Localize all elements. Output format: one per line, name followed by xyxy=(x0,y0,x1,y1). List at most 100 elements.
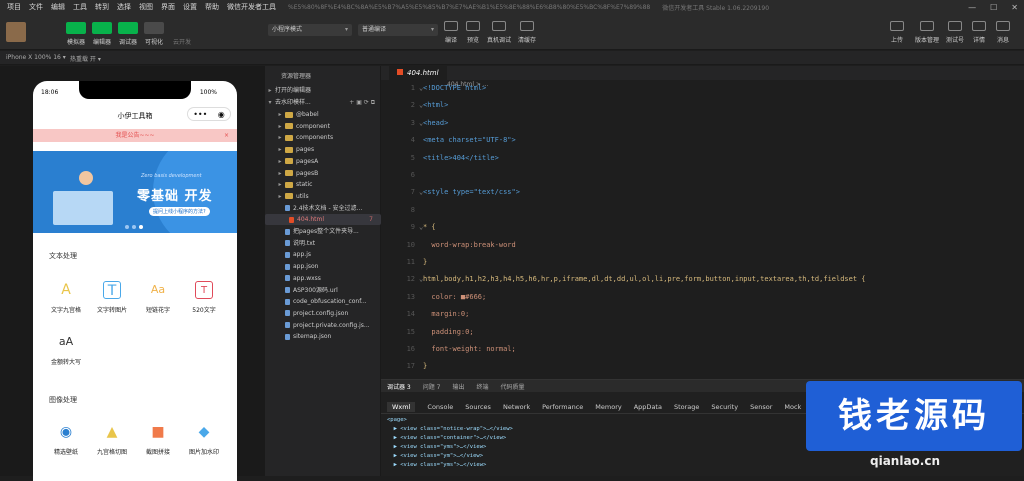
more-icon[interactable]: ••• xyxy=(193,110,207,119)
folder-item[interactable]: ▸ pages xyxy=(265,144,381,155)
file-item[interactable]: app.js xyxy=(265,249,381,260)
code-line[interactable]: 17 } xyxy=(381,358,1024,375)
code-line[interactable]: 6 xyxy=(381,167,1024,184)
menu-project[interactable]: 项目 xyxy=(7,2,21,12)
tool-grid-cut[interactable]: ▲ 九宫格切图 xyxy=(92,423,132,456)
code-line[interactable]: 15 padding:0; xyxy=(381,324,1024,341)
banner-cta[interactable]: 提问上线小程序的方法? xyxy=(149,207,210,216)
tool-amount-uppercase[interactable]: aA 金额转大写 xyxy=(46,333,86,366)
tool-520-text[interactable]: T 520文字 xyxy=(184,281,224,314)
simulator-button[interactable]: 模拟器 xyxy=(62,22,90,46)
hotreload-select[interactable]: 热重载 开 ▾ xyxy=(70,54,101,63)
file-item[interactable]: 把pages整个文件夹导... xyxy=(265,226,381,237)
upload-button[interactable]: 上传 xyxy=(880,21,914,44)
tool-watermark[interactable]: ◆ 图片加水印 xyxy=(184,423,224,456)
wxml-node[interactable]: <page> xyxy=(387,417,407,423)
messages-button[interactable]: 消息 xyxy=(986,21,1020,44)
code-line[interactable]: 7 ⌄<style type="text/css"> xyxy=(381,184,1024,201)
menu-goto[interactable]: 转到 xyxy=(95,2,109,12)
tab-console[interactable]: Console xyxy=(427,403,453,411)
editor-button[interactable]: 编辑器 xyxy=(88,22,116,46)
notice-close-icon[interactable]: × xyxy=(224,129,229,142)
folder-item[interactable]: ▸ pagesB xyxy=(265,168,381,179)
folder-item[interactable]: ▸ @babel xyxy=(265,109,381,120)
tab-code-quality[interactable]: 代码质量 xyxy=(501,382,525,391)
wxml-node[interactable]: ▶ <view class="ym">…</view> xyxy=(387,453,483,459)
device-select[interactable]: iPhone X 100% 16 ▾ xyxy=(6,54,66,61)
folder-item[interactable]: ▸ pagesA xyxy=(265,156,381,167)
code-line[interactable]: 4 <meta charset="UTF-8"> xyxy=(381,132,1024,149)
tab-output[interactable]: 输出 xyxy=(452,382,464,391)
tab-mock[interactable]: Mock xyxy=(784,403,801,411)
folder-item[interactable]: ▸ utils xyxy=(265,191,381,202)
wxml-node[interactable]: ▶ <view class="container">…</view> xyxy=(387,435,507,441)
tab-appdata[interactable]: AppData xyxy=(634,403,662,411)
code-line[interactable]: 13 color: ■#666; xyxy=(381,289,1024,306)
file-item[interactable]: app.wxss xyxy=(265,273,381,284)
folder-item[interactable]: ▸ components xyxy=(265,132,381,143)
file-item[interactable]: 说明.txt xyxy=(265,238,381,249)
menu-view[interactable]: 视图 xyxy=(139,2,153,12)
tab-terminal[interactable]: 终端 xyxy=(476,382,488,391)
home-icon[interactable]: ◉ xyxy=(218,110,225,119)
tool-text-grid[interactable]: A 文字九宫格 xyxy=(46,281,86,314)
tab-404-html[interactable]: 404.html xyxy=(389,66,447,80)
code-editor[interactable]: 404.html 404.html > ... 1 ⌄<!DOCTYPE html… xyxy=(381,66,1024,388)
menu-select[interactable]: 选择 xyxy=(117,2,131,12)
menu-edit[interactable]: 编辑 xyxy=(51,2,65,12)
open-editors-section[interactable]: ▸ 打开的编辑器 xyxy=(265,85,381,96)
mode-select[interactable]: 小程序模式 ▾ xyxy=(268,24,352,36)
code-line[interactable]: 3 ⌄<head> xyxy=(381,115,1024,132)
code-line[interactable]: 8 xyxy=(381,202,1024,219)
tab-wxml[interactable]: Wxml xyxy=(387,401,416,412)
file-item[interactable]: app.json xyxy=(265,261,381,272)
file-item[interactable]: project.config.json xyxy=(265,308,381,319)
tab-issues[interactable]: 问题 7 xyxy=(423,382,441,391)
carousel-dot-active[interactable] xyxy=(139,225,143,229)
debugger-button[interactable]: 调试器 xyxy=(114,22,142,46)
tool-text-to-image[interactable]: T 文字转图片 xyxy=(92,281,132,314)
file-item[interactable]: sitemap.json xyxy=(265,331,381,342)
avatar[interactable] xyxy=(6,22,26,42)
wxml-node[interactable]: ▶ <view class="yms">…</view> xyxy=(387,462,487,468)
code-line[interactable]: 14 margin:0; xyxy=(381,306,1024,323)
file-item[interactable]: 2.4技术文档 - 安全过滤... xyxy=(265,203,381,214)
folder-item[interactable]: ▸ static xyxy=(265,179,381,190)
tab-storage[interactable]: Storage xyxy=(674,403,699,411)
tab-security[interactable]: Security xyxy=(711,403,738,411)
menu-wechat-devtools[interactable]: 微信开发者工具 xyxy=(227,2,276,12)
file-item[interactable]: code_obfuscation_conf... xyxy=(265,296,381,307)
code-line[interactable]: 2 ⌄<html> xyxy=(381,97,1024,114)
visual-button[interactable]: 可视化 xyxy=(140,22,168,46)
carousel-dot[interactable] xyxy=(132,225,136,229)
tool-screenshot-stitch[interactable]: ■ 截图拼接 xyxy=(138,423,178,456)
tab-debugger[interactable]: 调试器 3 xyxy=(387,382,411,391)
close-icon[interactable]: ✕ xyxy=(1011,3,1018,12)
compile-select[interactable]: 普通编译 ▾ xyxy=(358,24,438,36)
file-item[interactable]: project.private.config.js... xyxy=(265,320,381,331)
tab-performance[interactable]: Performance xyxy=(542,403,583,411)
file-item[interactable]: 404.html 7 xyxy=(265,214,381,226)
explorer-actions-icons[interactable]: + ▣ ⟳ ⧉ xyxy=(349,97,375,108)
project-root[interactable]: ▾ 去水印模样... + ▣ ⟳ ⧉ xyxy=(265,97,381,108)
code-line[interactable]: 1 ⌄<!DOCTYPE html> xyxy=(381,80,1024,97)
menu-help[interactable]: 帮助 xyxy=(205,2,219,12)
tab-network[interactable]: Network xyxy=(503,403,530,411)
code-line[interactable]: 11 } xyxy=(381,254,1024,271)
folder-item[interactable]: ▸ component xyxy=(265,121,381,132)
capsule-menu[interactable]: ••• ◉ xyxy=(187,107,231,121)
banner-carousel[interactable]: Zero basis development 零基础 开发 提问上线小程序的方法… xyxy=(33,151,237,233)
tool-fancy-text[interactable]: Aa 短链花字 xyxy=(138,281,178,314)
wxml-node[interactable]: ▶ <view class="notice-wrap">…</view> xyxy=(387,426,513,432)
cloud-button[interactable]: 云开发 xyxy=(168,22,196,46)
menu-ui[interactable]: 界面 xyxy=(161,2,175,12)
menu-tools[interactable]: 工具 xyxy=(73,2,87,12)
code-line[interactable]: 9 ⌄* { xyxy=(381,219,1024,236)
wxml-node[interactable]: ▶ <view class="yms">…</view> xyxy=(387,444,487,450)
maximize-icon[interactable]: ☐ xyxy=(990,3,997,12)
tab-memory[interactable]: Memory xyxy=(595,403,621,411)
carousel-dot[interactable] xyxy=(125,225,129,229)
clear-cache-button[interactable]: 清缓存 xyxy=(510,21,544,44)
tab-sources[interactable]: Sources xyxy=(465,403,491,411)
file-item[interactable]: ASP300源码.url xyxy=(265,285,381,296)
